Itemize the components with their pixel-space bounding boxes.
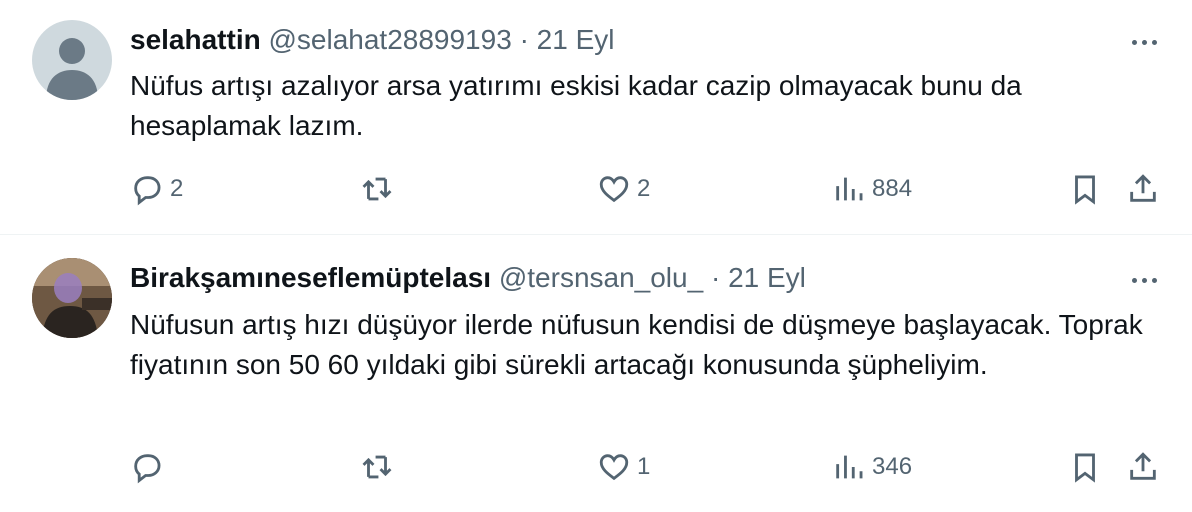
- bookmark-icon: [1075, 453, 1095, 483]
- avatar[interactable]: [32, 20, 112, 100]
- share-icon: [1130, 452, 1156, 480]
- tweet-date[interactable]: 21 Eyl: [728, 262, 806, 293]
- more-icon[interactable]: [1124, 32, 1164, 52]
- view-count: 884: [872, 175, 913, 202]
- user-handle[interactable]: @tersnsan_olu_: [499, 262, 703, 293]
- user-handle[interactable]: @selahat28899193: [268, 24, 511, 55]
- profile-photo-icon: [32, 258, 112, 338]
- tweet-actions: 1 346: [0, 447, 1192, 487]
- more-icon[interactable]: [1124, 270, 1164, 290]
- reply-icon: [134, 176, 161, 206]
- retweet-icon: [362, 455, 392, 479]
- tweet-date[interactable]: 21 Eyl: [537, 24, 615, 55]
- views-button[interactable]: 884: [832, 169, 912, 209]
- reply-count: 2: [170, 175, 184, 202]
- avatar[interactable]: [32, 258, 112, 338]
- reply-button[interactable]: 2: [130, 169, 183, 209]
- like-count: 2: [637, 175, 651, 202]
- reply-button[interactable]: [130, 447, 170, 487]
- tweet-actions: 2 2 884: [0, 169, 1192, 209]
- share-icon: [1130, 174, 1156, 202]
- retweet-icon: [362, 177, 392, 201]
- bookmark-icon: [1075, 175, 1095, 205]
- view-count: 346: [872, 453, 913, 480]
- like-count: 1: [637, 453, 651, 480]
- default-avatar-icon: [46, 38, 98, 100]
- display-name[interactable]: selahattin: [130, 24, 261, 55]
- display-name[interactable]: Birakşamıneseflemüptelası: [130, 262, 491, 293]
- like-button[interactable]: 2: [597, 169, 650, 209]
- tweet-header: Birakşamıneseflemüptelası @tersnsan_olu_…: [130, 260, 806, 296]
- views-icon: [836, 177, 863, 201]
- bookmark-button[interactable]: [1068, 447, 1102, 487]
- like-button[interactable]: 1: [597, 447, 650, 487]
- views-icon: [836, 455, 863, 479]
- views-button[interactable]: 346: [832, 447, 912, 487]
- tweet-header: selahattin @selahat28899193 · 21 Eyl: [130, 22, 615, 58]
- share-button[interactable]: [1126, 447, 1160, 487]
- separator: ·: [710, 262, 721, 293]
- bookmark-button[interactable]: [1068, 169, 1102, 209]
- share-button[interactable]: [1126, 169, 1160, 209]
- reply-icon: [134, 454, 161, 484]
- retweet-button[interactable]: [360, 447, 400, 487]
- retweet-button[interactable]: [360, 169, 400, 209]
- tweet-text: Nüfusun artış hızı düşüyor ilerde nüfusu…: [130, 309, 1143, 380]
- tweet-text: Nüfus artışı azalıyor arsa yatırımı eski…: [130, 70, 1022, 141]
- like-icon: [599, 454, 629, 481]
- separator: ·: [519, 24, 529, 55]
- tweet[interactable]: selahattin @selahat28899193 · 21 Eyl Nüf…: [0, 0, 1192, 235]
- like-icon: [599, 176, 629, 203]
